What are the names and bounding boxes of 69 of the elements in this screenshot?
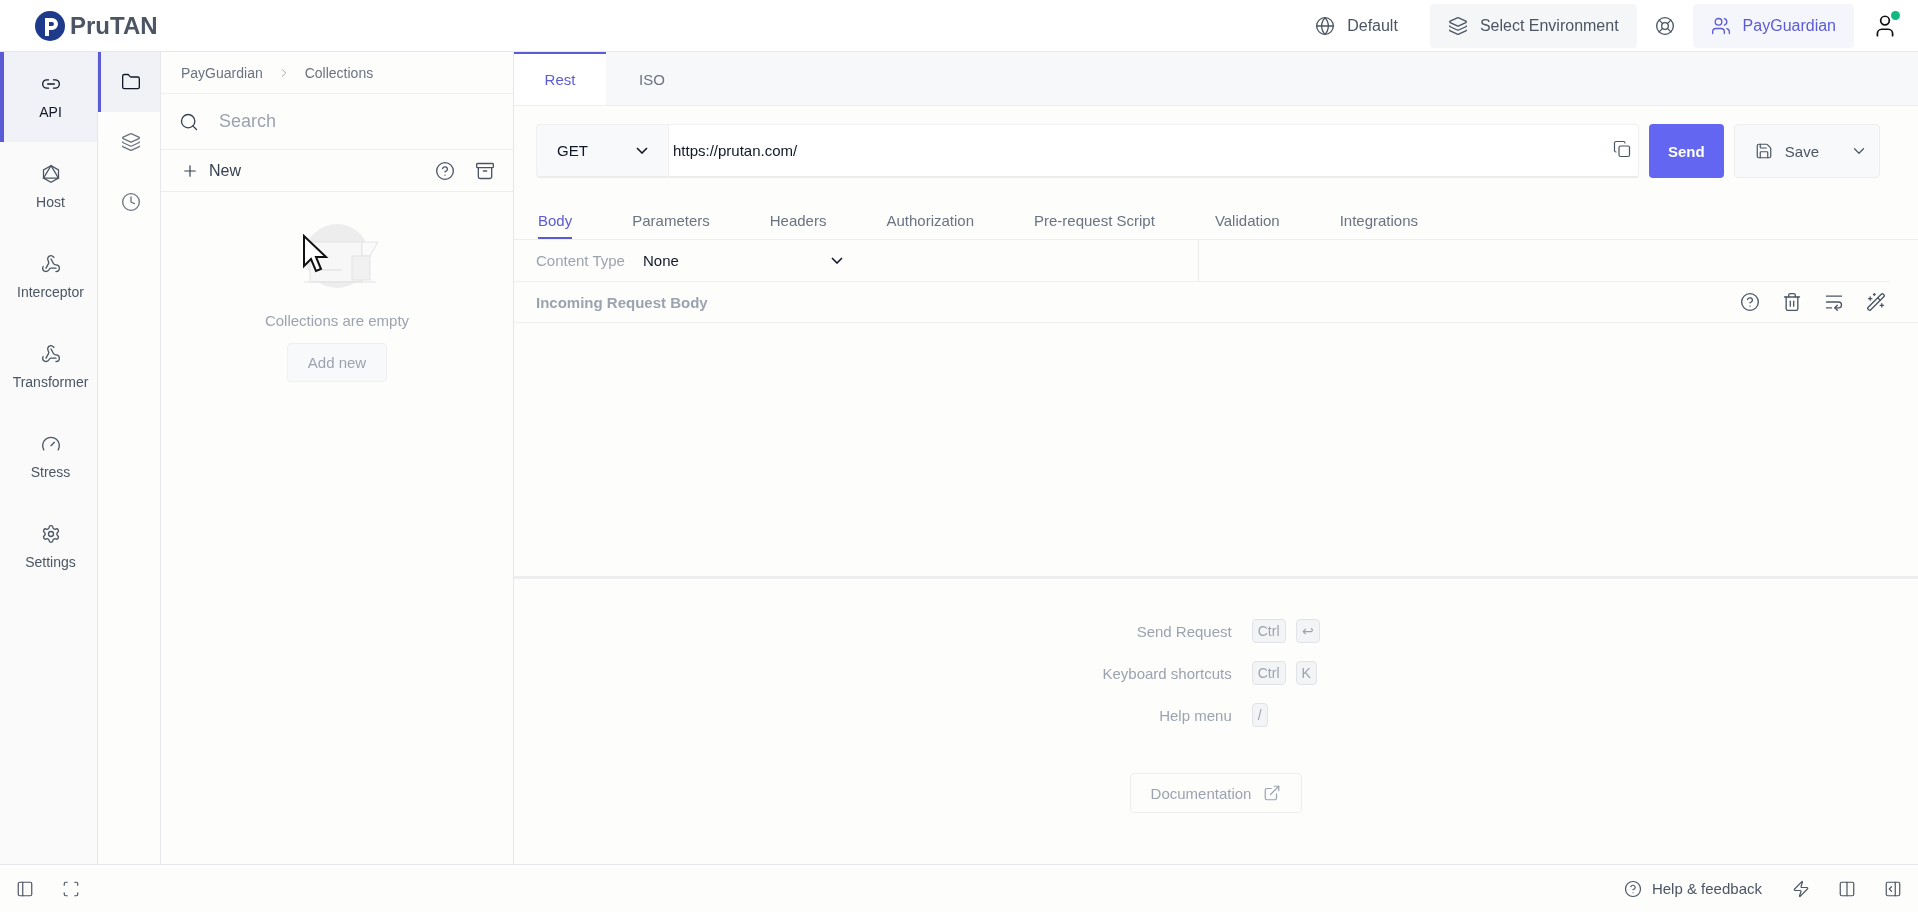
lifebuoy-icon <box>1654 15 1675 36</box>
search-field[interactable]: Search <box>217 110 513 133</box>
help-feedback-button[interactable]: Help & feedback <box>1617 878 1768 899</box>
section-tab[interactable]: Headers <box>769 212 827 239</box>
shortcut-label: Send Request <box>1135 622 1232 640</box>
external-link-icon <box>1263 784 1282 802</box>
lightning-icon <box>1792 879 1810 898</box>
nav-item[interactable]: Stress <box>0 412 97 502</box>
users-icon <box>1710 15 1731 36</box>
copy-icon <box>1612 140 1631 158</box>
key-cap: ↩ <box>1295 619 1320 643</box>
layers-icon <box>1447 15 1468 36</box>
method-select[interactable]: GET <box>536 124 669 178</box>
breadcrumb-link[interactable]: PayGuardian <box>181 64 263 81</box>
section-tab[interactable]: Body <box>538 212 573 239</box>
shortcut-label: Keyboard shortcuts <box>1102 664 1232 682</box>
content-type-label: Content Type <box>536 252 625 269</box>
chevron-down-icon <box>636 147 648 154</box>
environment-button[interactable]: Select Environment <box>1429 3 1637 48</box>
help-icon <box>1623 879 1642 898</box>
section-tab[interactable]: Integrations <box>1339 212 1419 239</box>
nav-item[interactable]: Interceptor <box>0 232 97 322</box>
nav-item[interactable]: Host <box>0 142 97 232</box>
panel-left-icon <box>16 879 34 898</box>
section-tab[interactable]: Pre-request Script <box>1034 212 1155 239</box>
workspace-button[interactable]: Default <box>1297 3 1416 48</box>
rail-button[interactable] <box>98 52 160 112</box>
key-cap: Ctrl <box>1251 619 1286 643</box>
chevron-down-icon <box>830 257 843 264</box>
settings-icon <box>40 524 61 544</box>
body-title: Incoming Request Body <box>536 293 708 311</box>
graph-icon <box>40 164 61 184</box>
clock-icon <box>120 192 141 212</box>
url-field[interactable]: https://prutan.com/ <box>669 124 1639 178</box>
archive-icon <box>475 160 495 181</box>
save-icon <box>1754 142 1773 160</box>
nav-item[interactable]: API <box>0 52 97 142</box>
folder-icon <box>120 72 141 92</box>
logo-icon <box>34 9 66 42</box>
wand-icon <box>1866 292 1886 312</box>
key-cap: K <box>1295 661 1317 685</box>
columns-icon <box>1838 879 1856 898</box>
help-icon <box>435 160 455 181</box>
request-tab[interactable]: ISO <box>606 52 698 105</box>
panel-right-icon <box>1884 879 1902 898</box>
key-cap: / <box>1251 703 1268 727</box>
globe-icon <box>1315 15 1336 36</box>
new-button[interactable]: New <box>181 161 241 180</box>
fullscreen-icon <box>62 879 80 898</box>
webhook-icon <box>40 254 61 274</box>
layers-icon <box>120 132 141 152</box>
empty-message: Collections are empty <box>264 312 410 329</box>
content-type-select[interactable]: None <box>642 252 843 269</box>
section-tab[interactable]: Validation <box>1214 212 1280 239</box>
search-icon <box>179 111 199 132</box>
trash-icon <box>1782 292 1802 312</box>
app-logo: PruTAN <box>70 11 158 40</box>
key-cap: Ctrl <box>1251 661 1286 685</box>
section-tab[interactable]: Authorization <box>886 212 974 239</box>
webhook-icon <box>40 344 61 364</box>
nav-item[interactable]: Transformer <box>0 322 97 412</box>
breadcrumb-link[interactable]: Collections <box>304 64 374 81</box>
team-button[interactable]: PayGuardian <box>1692 3 1854 48</box>
request-tab[interactable]: Rest <box>514 52 606 105</box>
help-icon <box>1740 292 1760 312</box>
send-button[interactable]: Send <box>1648 124 1724 178</box>
nav-item[interactable]: Settings <box>0 502 97 592</box>
shortcut-label: Help menu <box>1158 706 1232 724</box>
section-tab[interactable]: Parameters <box>632 212 710 239</box>
